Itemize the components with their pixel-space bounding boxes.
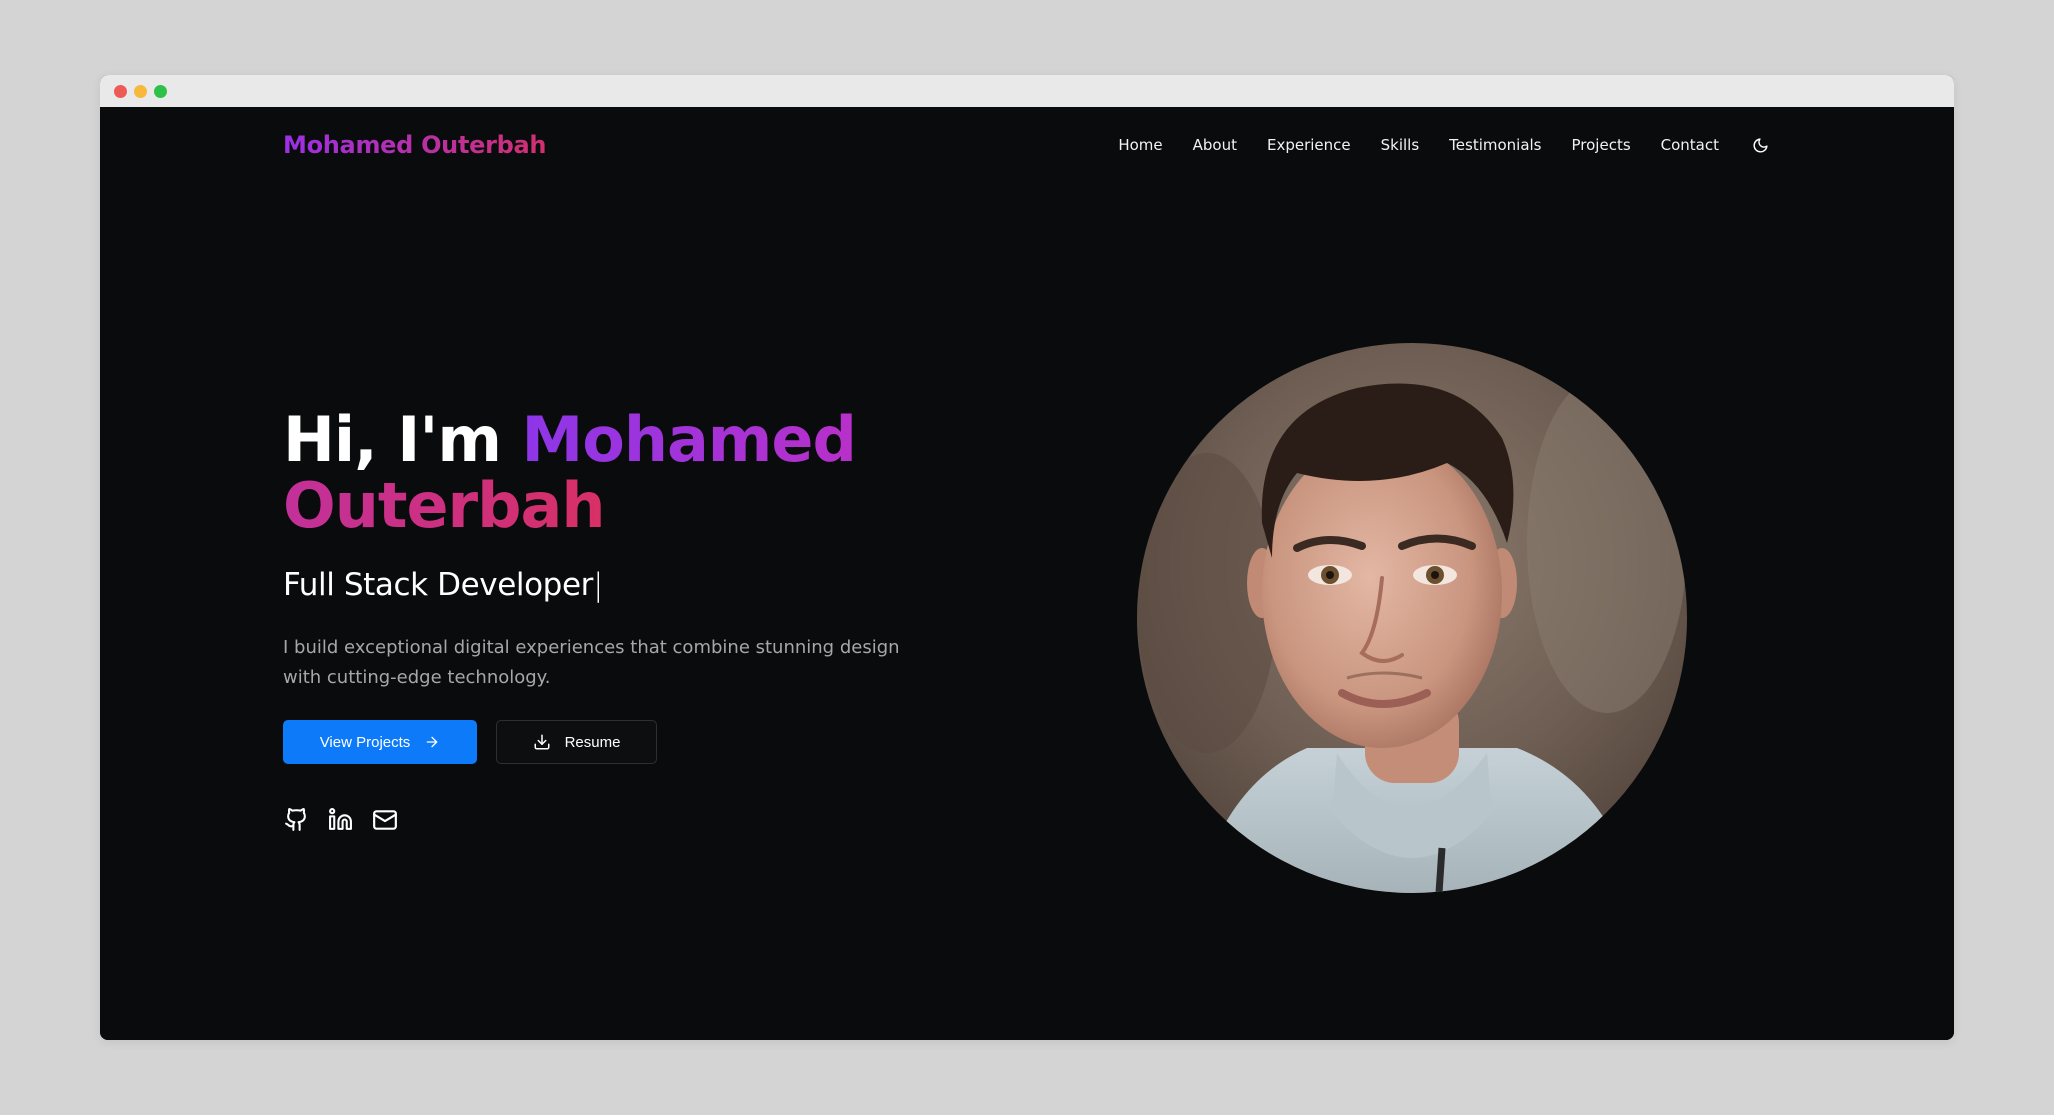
- nav-link-home[interactable]: Home: [1118, 136, 1162, 154]
- view-projects-button[interactable]: View Projects: [283, 720, 477, 764]
- email-link[interactable]: [371, 806, 398, 833]
- portrait-illustration: [1137, 343, 1687, 893]
- download-icon: [534, 734, 550, 750]
- nav-links: Home About Experience Skills Testimonial…: [1118, 134, 1771, 156]
- nav-link-experience[interactable]: Experience: [1267, 136, 1351, 154]
- portfolio-page: Mohamed Outerbah Home About Experience S…: [100, 107, 1954, 1040]
- theme-toggle-button[interactable]: [1749, 134, 1771, 156]
- navbar: Mohamed Outerbah Home About Experience S…: [283, 127, 1771, 163]
- hero-greeting: Hi, I'm: [283, 403, 502, 476]
- hero-name-last: Outerbah: [283, 469, 605, 542]
- hero-name-first: Mohamed: [521, 403, 857, 476]
- mail-icon: [372, 809, 397, 830]
- github-link[interactable]: [283, 806, 310, 833]
- social-links: [283, 806, 983, 833]
- window-titlebar: [100, 75, 1954, 107]
- nav-link-contact[interactable]: Contact: [1661, 136, 1719, 154]
- nav-link-about[interactable]: About: [1193, 136, 1237, 154]
- minimize-window-button[interactable]: [134, 84, 147, 98]
- linkedin-link[interactable]: [327, 806, 354, 833]
- nav-link-testimonials[interactable]: Testimonials: [1449, 136, 1541, 154]
- hero-description: I build exceptional digital experiences …: [283, 637, 900, 688]
- linkedin-icon: [329, 808, 352, 830]
- moon-icon: [1753, 137, 1768, 152]
- brand-logo[interactable]: Mohamed Outerbah: [283, 131, 547, 159]
- close-window-button[interactable]: [114, 84, 127, 98]
- hero-heading: Hi, I'm Mohamed Outerbah: [283, 407, 983, 539]
- browser-window: Mohamed Outerbah Home About Experience S…: [100, 75, 1954, 1040]
- profile-photo: [1137, 343, 1687, 893]
- role-text: Full Stack Developer: [283, 567, 593, 603]
- typing-cursor: |: [592, 567, 604, 603]
- hero-actions: View Projects Resume: [283, 720, 983, 764]
- hero-role: Full Stack Developer|: [283, 567, 983, 603]
- github-icon: [285, 808, 306, 831]
- view-projects-label: View Projects: [319, 733, 411, 751]
- resume-label: Resume: [564, 733, 621, 751]
- resume-button[interactable]: Resume: [496, 720, 657, 764]
- maximize-window-button[interactable]: [154, 84, 167, 98]
- hero-intro: Hi, I'm Mohamed Outerbah Full Stack Deve…: [283, 407, 983, 833]
- nav-link-projects[interactable]: Projects: [1572, 136, 1631, 154]
- arrow-right-icon: [426, 736, 438, 748]
- nav-link-skills[interactable]: Skills: [1381, 136, 1420, 154]
